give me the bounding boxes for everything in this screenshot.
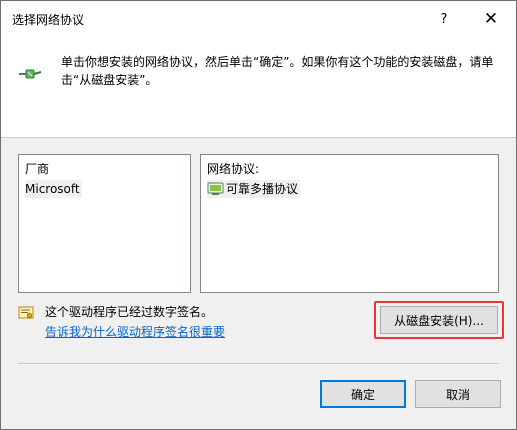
network-cable-icon xyxy=(19,69,42,79)
protocol-item-label: 可靠多播协议 xyxy=(226,182,299,196)
select-network-protocol-dialog: 选择网络协议 ? ✕ 单击你想安装的网络协议，然后单击“确定”。如果你有这个功能… xyxy=(0,0,517,430)
close-button[interactable]: ✕ xyxy=(468,1,514,37)
signature-status-text: 这个驱动程序已经过数字签名。 xyxy=(45,305,214,319)
window-title: 选择网络协议 xyxy=(12,13,85,27)
manufacturer-listbox[interactable]: 厂商 Microsoft xyxy=(18,154,191,293)
cancel-button[interactable]: 取消 xyxy=(415,380,501,408)
manufacturer-header: 厂商 xyxy=(25,162,50,176)
have-disk-button[interactable]: 从磁盘安装(H)... xyxy=(380,306,498,334)
instructions-header: 单击你想安装的网络协议，然后单击“确定”。如果你有这个功能的安装磁盘，请单击“从… xyxy=(1,37,516,137)
manufacturer-item-microsoft[interactable]: Microsoft xyxy=(25,180,82,198)
footer-divider xyxy=(18,363,499,364)
header-divider xyxy=(1,137,516,138)
protocol-icon xyxy=(207,182,224,195)
instructions-text: 单击你想安装的网络协议，然后单击“确定”。如果你有这个功能的安装磁盘，请单击“从… xyxy=(61,55,494,87)
signed-driver-icon xyxy=(18,306,34,319)
title-bar: 选择网络协议 ? ✕ xyxy=(1,1,516,37)
protocol-item-reliable-multicast[interactable]: 可靠多播协议 xyxy=(207,180,301,198)
ok-button[interactable]: 确定 xyxy=(320,380,406,408)
help-button[interactable]: ? xyxy=(421,1,467,37)
driver-signing-info-link[interactable]: 告诉我为什么驱动程序签名很重要 xyxy=(45,323,225,340)
protocol-listbox[interactable]: 网络协议: 可靠多播协议 xyxy=(200,154,499,293)
protocol-header: 网络协议: xyxy=(207,162,260,176)
